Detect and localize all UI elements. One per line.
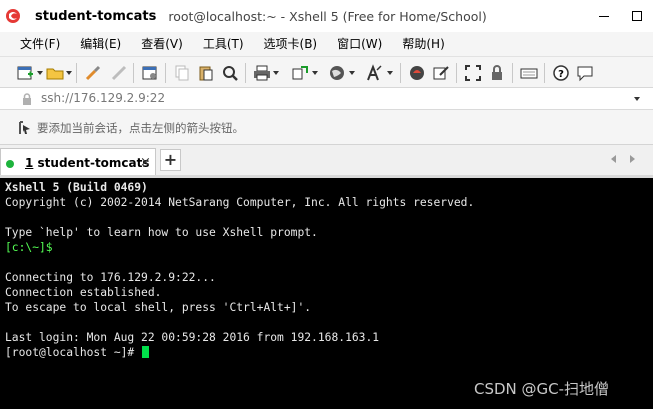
- help-icon[interactable]: ?: [552, 64, 570, 82]
- disconnect-icon[interactable]: [110, 64, 128, 82]
- svg-text:?: ?: [558, 69, 564, 80]
- find-icon[interactable]: [221, 64, 239, 82]
- open-dropdown-icon[interactable]: [66, 71, 72, 75]
- window-title: root@localhost:~ - Xshell 5 (Free for Ho…: [168, 8, 487, 24]
- xftp-icon[interactable]: [408, 64, 426, 82]
- transfer-dropdown-icon[interactable]: [312, 71, 318, 75]
- session-title: student-tomcats: [35, 8, 157, 24]
- minimize-button[interactable]: [587, 0, 620, 32]
- keyboard-icon[interactable]: [520, 64, 538, 82]
- print-icon[interactable]: [253, 64, 271, 82]
- terminal-line: Xshell 5 (Build 0469): [5, 181, 148, 194]
- tab-label: 1 student-tomcats: [25, 156, 150, 170]
- tab-bar: 1 student-tomcats × +: [0, 145, 653, 175]
- new-session-icon[interactable]: [16, 64, 34, 82]
- terminal-line: Last login: Mon Aug 22 00:59:28 2016 fro…: [5, 331, 380, 344]
- globe-dropdown-icon[interactable]: [349, 71, 355, 75]
- local-prompt: [c:\~]$: [5, 241, 53, 254]
- maximize-button[interactable]: [620, 0, 653, 32]
- menu-edit[interactable]: 编辑(E): [70, 32, 131, 56]
- hint-bar: 要添加当前会话，点击左侧的箭头按钮。: [0, 110, 653, 145]
- copy-icon[interactable]: [173, 64, 191, 82]
- transfer-icon[interactable]: [291, 64, 309, 82]
- fullscreen-icon[interactable]: [464, 64, 482, 82]
- terminal-line: Type `help' to learn how to use Xshell p…: [5, 226, 318, 239]
- tab-scroll-left-icon[interactable]: [611, 155, 616, 163]
- font-dropdown-icon[interactable]: [387, 71, 393, 75]
- lock-screen-icon[interactable]: [488, 64, 506, 82]
- terminal-line: To escape to local shell, press 'Ctrl+Al…: [5, 301, 312, 314]
- tab-student-tomcats[interactable]: 1 student-tomcats ×: [0, 148, 156, 175]
- connected-status-icon: [6, 160, 14, 168]
- terminal-line: Copyright (c) 2002-2014 NetSarang Comput…: [5, 196, 475, 209]
- paste-icon[interactable]: [197, 64, 215, 82]
- menu-tools[interactable]: 工具(T): [193, 32, 254, 56]
- terminal-line: Connecting to 176.129.2.9:22...: [5, 271, 216, 284]
- menu-view[interactable]: 查看(V): [131, 32, 193, 56]
- maximize-icon: [631, 11, 642, 21]
- terminal-cursor: [142, 346, 150, 358]
- terminal-output[interactable]: Xshell 5 (Build 0469) Copyright (c) 2002…: [0, 178, 653, 409]
- menu-window[interactable]: 窗口(W): [327, 32, 392, 56]
- reconnect-icon[interactable]: [84, 64, 102, 82]
- font-icon[interactable]: [365, 64, 383, 82]
- title-bar: student-tomcats root@localhost:~ - Xshel…: [0, 0, 653, 32]
- xshell-app-icon[interactable]: [5, 8, 21, 24]
- new-session-dropdown-icon[interactable]: [37, 71, 43, 75]
- hint-text: 要添加当前会话，点击左侧的箭头按钮。: [37, 121, 244, 135]
- address-bar[interactable]: ssh://176.129.2.9:22: [0, 88, 653, 110]
- shell-prompt: [root@localhost ~]#: [5, 346, 142, 359]
- watermark: CSDN @GC-扫地僧: [474, 380, 610, 398]
- compose-icon[interactable]: [432, 64, 450, 82]
- address-dropdown-icon[interactable]: [634, 97, 640, 101]
- address-input[interactable]: ssh://176.129.2.9:22: [41, 91, 165, 105]
- add-session-arrow-icon[interactable]: [18, 120, 32, 136]
- tab-title: student-tomcats: [33, 156, 150, 170]
- chat-icon[interactable]: [576, 64, 594, 82]
- menu-help[interactable]: 帮助(H): [392, 32, 454, 56]
- shell-prompt-line: [root@localhost ~]#: [5, 345, 150, 360]
- menu-file[interactable]: 文件(F): [10, 32, 70, 56]
- globe-icon[interactable]: [328, 64, 346, 82]
- properties-icon[interactable]: [141, 64, 159, 82]
- print-dropdown-icon[interactable]: [273, 71, 279, 75]
- lock-icon: [23, 93, 31, 105]
- menu-bar: 文件(F) 编辑(E) 查看(V) 工具(T) 选项卡(B) 窗口(W) 帮助(…: [0, 32, 653, 56]
- minimize-icon: [598, 15, 609, 17]
- terminal-line: Connection established.: [5, 286, 162, 299]
- tab-close-icon[interactable]: ×: [140, 155, 151, 170]
- open-folder-icon[interactable]: [46, 64, 64, 82]
- tab-scroll-right-icon[interactable]: [630, 155, 635, 163]
- menu-tab[interactable]: 选项卡(B): [254, 32, 328, 56]
- add-tab-button[interactable]: +: [160, 149, 181, 171]
- toolbar: ?: [0, 56, 653, 88]
